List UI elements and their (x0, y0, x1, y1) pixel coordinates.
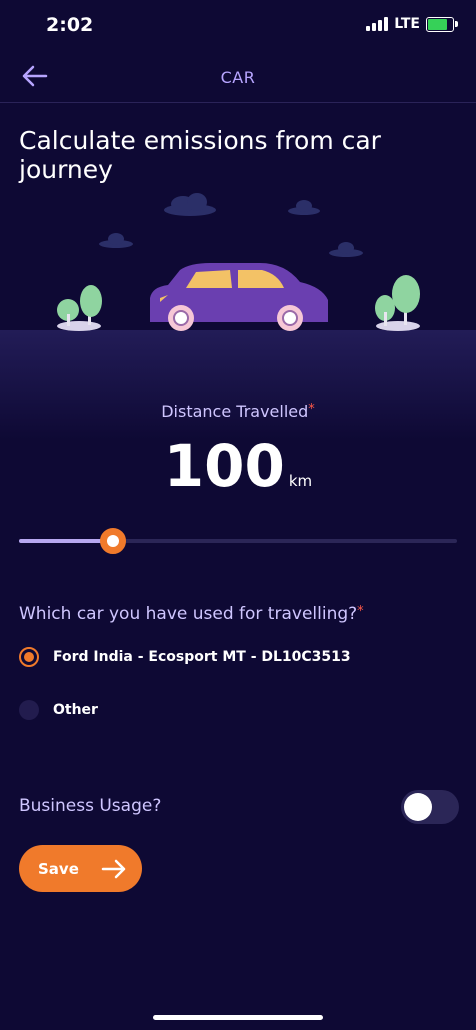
car-option-label: Ford India - Ecosport MT - DL10C3513 (53, 649, 351, 665)
ground-band (0, 330, 476, 440)
distance-label: Distance Travelled* (0, 402, 476, 421)
business-usage-toggle[interactable] (401, 790, 459, 824)
car-option-label: Other (53, 702, 98, 718)
car-option-ford[interactable]: Ford India - Ecosport MT - DL10C3513 (19, 647, 351, 667)
radio-selected-icon[interactable] (19, 647, 39, 667)
required-mark: * (357, 604, 364, 619)
business-usage-label: Business Usage? (19, 796, 162, 816)
car-illustration (57, 193, 420, 331)
car-icon (150, 263, 328, 331)
distance-unit: km (288, 472, 313, 490)
home-indicator (153, 1015, 323, 1020)
save-button[interactable]: Save (19, 845, 142, 892)
network-label: LTE (394, 16, 420, 32)
battery-icon (426, 16, 458, 32)
save-label: Save (38, 859, 79, 878)
arrow-right-icon (101, 859, 126, 878)
distance-number: 100 (163, 432, 285, 500)
car-question-text: Which car you have used for travelling? (19, 604, 358, 624)
nav-bar: CAR (0, 50, 476, 103)
car-option-other[interactable]: Other (19, 700, 98, 720)
status-indicators: LTE (366, 16, 458, 32)
distance-value: 100 km (0, 432, 476, 500)
page-title: CAR (220, 68, 256, 87)
signal-icon (366, 17, 389, 31)
distance-slider[interactable] (19, 528, 457, 554)
distance-label-text: Distance Travelled (161, 402, 309, 421)
slider-thumb[interactable] (100, 528, 126, 554)
status-bar: 2:02 LTE (0, 0, 476, 50)
car-question-label: Which car you have used for travelling?* (19, 604, 364, 624)
page-heading: Calculate emissions from car journey (19, 126, 381, 184)
tree-icon (375, 275, 420, 331)
status-time: 2:02 (46, 14, 94, 36)
cloud-icon (99, 193, 363, 257)
radio-unselected-icon[interactable] (19, 700, 39, 720)
tree-icon (57, 285, 102, 331)
toggle-knob (404, 793, 432, 821)
required-mark: * (308, 402, 315, 417)
